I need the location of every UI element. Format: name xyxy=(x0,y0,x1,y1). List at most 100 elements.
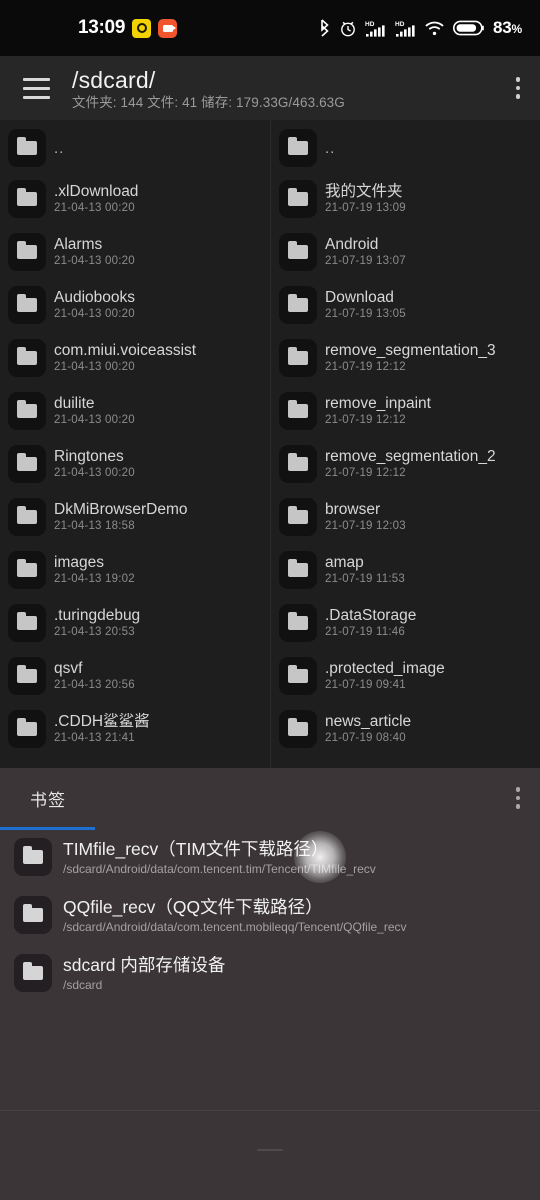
file-list-area: .. .xlDownload 21-04-13 00:20 Alarms 21-04-1… xyxy=(0,120,540,768)
file-name: .CDDH鲨鲨酱 xyxy=(54,712,150,730)
file-row[interactable]: Audiobooks 21-04-13 00:20 xyxy=(0,278,270,331)
bookmark-row[interactable]: QQfile_recv（QQ文件下载路径） /sdcard/Android/dat… xyxy=(0,886,540,944)
file-column-left[interactable]: .. .xlDownload 21-04-13 00:20 Alarms 21-04-1… xyxy=(0,120,270,768)
bookmark-path: /sdcard/Android/data/com.tencent.mobileq… xyxy=(63,919,407,934)
file-row[interactable]: duilite 21-04-13 00:20 xyxy=(0,384,270,437)
file-column-right[interactable]: .. 我的文件夹 21-07-19 13:09 Android 21-07-19 13:… xyxy=(270,120,540,768)
file-name: remove_segmentation_2 xyxy=(325,447,496,465)
file-date: 21-07-19 09:41 xyxy=(325,678,406,691)
file-name: .. xyxy=(54,139,65,157)
svg-text:HD: HD xyxy=(365,21,375,28)
file-row-text: DkMiBrowserDemo 21-04-13 18:58 xyxy=(54,500,188,534)
file-date: 21-04-13 21:41 xyxy=(54,731,135,744)
file-date: 21-07-19 11:46 xyxy=(325,625,405,638)
status-bar-right: HD HD 83% xyxy=(319,18,522,38)
file-name: Download xyxy=(325,288,394,306)
file-row[interactable]: qsvf 21-04-13 20:56 xyxy=(0,649,270,702)
file-date: 21-07-19 12:12 xyxy=(325,360,406,373)
file-row[interactable]: remove_inpaint 21-07-19 12:12 xyxy=(271,384,540,437)
tab-bookmarks[interactable]: 书签 xyxy=(30,786,66,811)
file-row[interactable]: DkMiBrowserDemo 21-04-13 18:58 xyxy=(0,490,270,543)
file-date: 21-07-19 08:40 xyxy=(325,731,406,744)
file-row[interactable]: Alarms 21-04-13 00:20 xyxy=(0,225,270,278)
file-row[interactable]: remove_segmentation_3 21-07-19 12:12 xyxy=(271,331,540,384)
file-row[interactable]: images 21-04-13 19:02 xyxy=(0,543,270,596)
file-date: 21-07-19 13:07 xyxy=(325,254,406,267)
file-row-text: remove_inpaint 21-07-19 12:12 xyxy=(325,394,431,428)
file-row-text: com.miui.voiceassist 21-04-13 00:20 xyxy=(54,341,196,375)
file-date: 21-07-19 12:03 xyxy=(325,519,406,532)
folder-icon xyxy=(8,444,46,483)
file-date: 21-04-13 00:20 xyxy=(54,201,135,214)
folder-icon xyxy=(8,338,46,377)
folder-icon xyxy=(8,709,46,748)
bluetooth-icon xyxy=(319,19,331,37)
file-row-text: .xlDownload 21-04-13 00:20 xyxy=(54,182,138,216)
file-row-parent[interactable]: .. xyxy=(0,124,270,172)
file-row[interactable]: .xlDownload 21-04-13 00:20 xyxy=(0,172,270,225)
folder-icon xyxy=(8,179,46,218)
folder-icon xyxy=(14,954,52,992)
file-name: remove_segmentation_3 xyxy=(325,341,496,359)
nav-gesture-handle[interactable] xyxy=(257,1149,283,1151)
active-tab-indicator xyxy=(0,827,95,830)
file-name: .xlDownload xyxy=(54,182,139,200)
battery-icon xyxy=(453,20,484,36)
file-row[interactable]: com.miui.voiceassist 21-04-13 00:20 xyxy=(0,331,270,384)
file-name: .protected_image xyxy=(325,659,445,677)
file-row-parent[interactable]: .. xyxy=(271,124,540,172)
file-row-text: Download 21-07-19 13:05 xyxy=(325,288,406,322)
file-name: DkMiBrowserDemo xyxy=(54,500,188,518)
file-row-text: duilite 21-04-13 00:20 xyxy=(54,394,135,428)
file-row[interactable]: amap 21-07-19 11:53 xyxy=(271,543,540,596)
folder-icon xyxy=(8,603,46,642)
folder-icon xyxy=(279,603,317,642)
file-name: .DataStorage xyxy=(325,606,417,624)
file-row-text: qsvf 21-04-13 20:56 xyxy=(54,659,135,693)
file-name: duilite xyxy=(54,394,95,412)
file-row[interactable]: news_article 21-07-19 08:40 xyxy=(271,702,540,755)
file-row[interactable]: Android 21-07-19 13:07 xyxy=(271,225,540,278)
folder-icon xyxy=(8,391,46,430)
bookmarks-overflow-menu-icon[interactable] xyxy=(496,768,540,828)
folder-icon xyxy=(8,232,46,271)
folder-icon xyxy=(8,550,46,589)
alarm-icon xyxy=(340,20,356,37)
file-name: com.miui.voiceassist xyxy=(54,341,197,359)
file-name: browser xyxy=(325,500,381,518)
file-row[interactable]: .DataStorage 21-07-19 11:46 xyxy=(271,596,540,649)
file-name: .turingdebug xyxy=(54,606,141,624)
bookmark-row[interactable]: sdcard 内部存储设备/sdcard xyxy=(0,944,540,1002)
bookmarks-list[interactable]: TIMfile_recv（TIM文件下载路径） /sdcard/Android/d… xyxy=(0,828,540,1002)
hamburger-icon[interactable] xyxy=(0,56,72,120)
file-row[interactable]: browser 21-07-19 12:03 xyxy=(271,490,540,543)
file-date: 21-04-13 19:02 xyxy=(54,572,135,585)
file-row-text: remove_segmentation_3 21-07-19 12:12 xyxy=(325,341,496,375)
file-row-text: amap 21-07-19 11:53 xyxy=(325,553,405,587)
file-row[interactable]: Ringtones 21-04-13 00:20 xyxy=(0,437,270,490)
file-name: Ringtones xyxy=(54,447,124,465)
file-row[interactable]: .turingdebug 21-04-13 20:53 xyxy=(0,596,270,649)
status-clock: 13:09 xyxy=(78,17,126,38)
file-row[interactable]: 我的文件夹 21-07-19 13:09 xyxy=(271,172,540,225)
file-row[interactable]: .CDDH鲨鲨酱 21-04-13 21:41 xyxy=(0,702,270,755)
header-overflow-menu-icon[interactable] xyxy=(496,56,540,120)
folder-icon xyxy=(279,179,317,218)
file-date: 21-07-19 13:05 xyxy=(325,307,406,320)
bookmark-name: sdcard 内部存储设备 xyxy=(63,954,226,975)
wifi-icon xyxy=(425,21,444,36)
file-row[interactable]: Download 21-07-19 13:05 xyxy=(271,278,540,331)
file-row-text: images 21-04-13 19:02 xyxy=(54,553,135,587)
file-row[interactable]: .protected_image 21-07-19 09:41 xyxy=(271,649,540,702)
file-row-text: .protected_image 21-07-19 09:41 xyxy=(325,659,445,693)
file-row[interactable]: remove_segmentation_2 21-07-19 12:12 xyxy=(271,437,540,490)
file-name: amap xyxy=(325,553,364,571)
page-title: /sdcard/ xyxy=(72,66,156,93)
file-date: 21-07-19 12:12 xyxy=(325,466,406,479)
file-name: Alarms xyxy=(54,235,103,253)
file-row-text: Audiobooks 21-04-13 00:20 xyxy=(54,288,135,322)
bookmark-row[interactable]: TIMfile_recv（TIM文件下载路径） /sdcard/Android/d… xyxy=(0,828,540,886)
folder-icon xyxy=(14,838,52,876)
bookmarks-panel: 书签 TIMfile_recv（TIM文件下载路径） /sdcard/Androi… xyxy=(0,768,540,1200)
file-row-text: browser 21-07-19 12:03 xyxy=(325,500,406,534)
